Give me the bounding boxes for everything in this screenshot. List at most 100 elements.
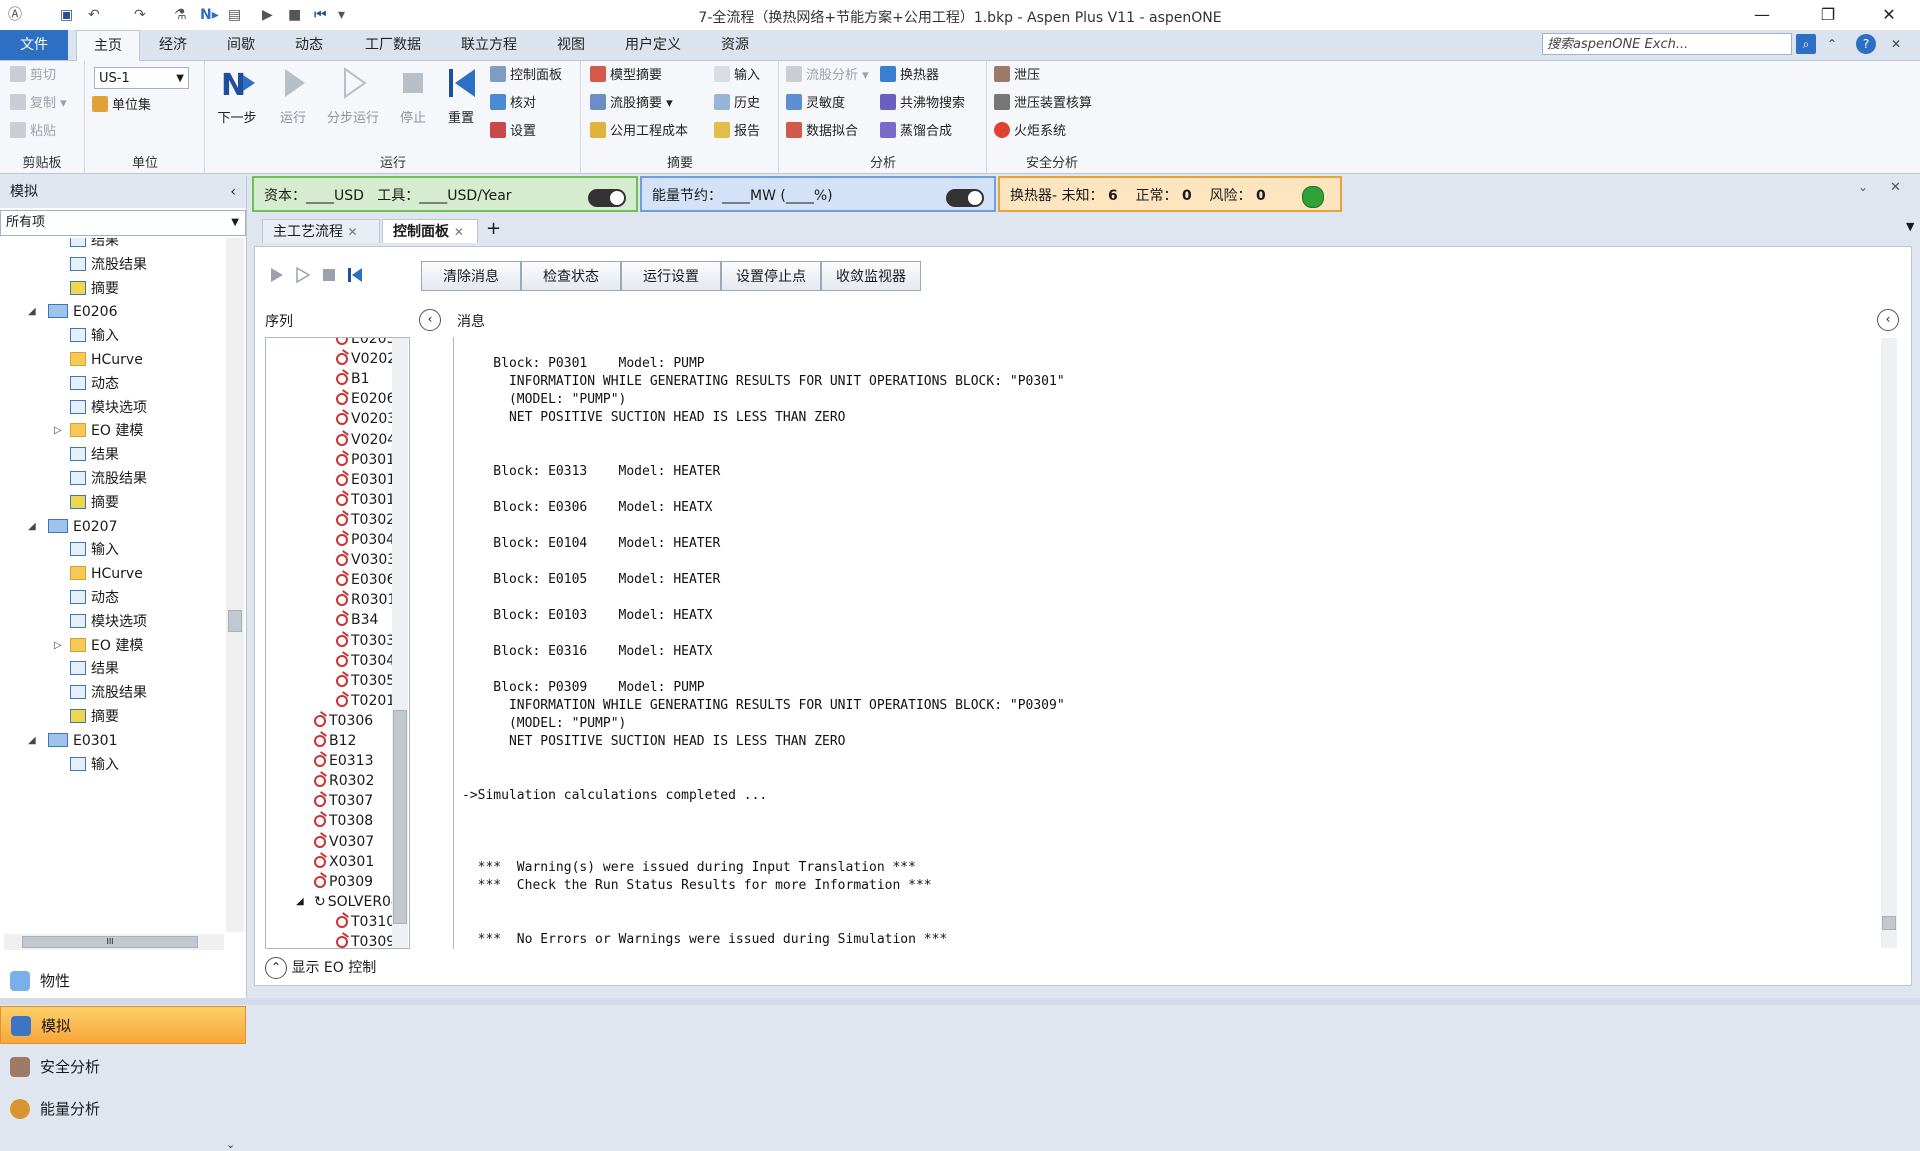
tab-economics[interactable]: 经济	[142, 30, 204, 60]
tree-item[interactable]: 结果	[70, 238, 119, 252]
close-icon[interactable]: ✕	[454, 225, 464, 239]
sequence-block[interactable]: E0205	[336, 338, 395, 349]
settings-button[interactable]: 设置	[490, 121, 536, 143]
maximize-button[interactable]: ❐	[1805, 0, 1851, 30]
heat-exchanger-button[interactable]: 换热器	[880, 65, 939, 87]
expander-icon[interactable]: ▷	[54, 420, 62, 442]
copy-button[interactable]: 复制 ▾	[10, 93, 67, 115]
sequence-block[interactable]: E0301	[336, 470, 395, 490]
step-icon[interactable]	[295, 267, 311, 283]
collapse-messages-icon[interactable]: ‹	[1877, 309, 1899, 331]
expander-icon[interactable]: ◢	[28, 730, 36, 752]
reset-icon[interactable]	[347, 267, 363, 283]
eo-control-toggle[interactable]: ⌃ 显示 EO 控制	[265, 957, 376, 979]
tree-item[interactable]: 输入	[70, 539, 119, 561]
close-icon[interactable]: ✕	[347, 225, 357, 239]
sequence-block[interactable]: T0307	[314, 791, 373, 811]
sequence-block[interactable]: X0301	[314, 852, 374, 872]
expander-icon[interactable]: ◢	[28, 301, 36, 323]
tree-block-node[interactable]: ◢ E0207	[28, 516, 117, 538]
sequence-block[interactable]: R0301	[336, 590, 396, 610]
tree-item[interactable]: 流股结果	[70, 254, 147, 276]
stop-button[interactable]: 停止	[386, 65, 440, 126]
sequence-block[interactable]: T0308	[314, 811, 373, 831]
scroll-thumb[interactable]	[228, 610, 242, 632]
next-button[interactable]: N 下一步	[210, 65, 264, 126]
run-button[interactable]: 运行	[266, 65, 320, 126]
data-fit-button[interactable]: 数据拟合	[786, 121, 858, 143]
collapse-sequence-icon[interactable]: ‹	[419, 309, 441, 331]
tab-view[interactable]: 视图	[540, 30, 602, 60]
sequence-block[interactable]: T0309	[336, 932, 395, 948]
navigation-hscroll[interactable]: III	[4, 934, 224, 950]
sequence-block[interactable]: B12	[314, 731, 356, 751]
energy-toggle[interactable]	[946, 189, 984, 207]
sequence-vscroll[interactable]	[392, 338, 408, 948]
run-icon[interactable]	[269, 267, 285, 283]
tree-item[interactable]: 输入	[70, 325, 119, 347]
nav-energy-analysis[interactable]: 能量分析	[0, 1090, 246, 1128]
flare-system-button[interactable]: 火炬系统	[994, 121, 1066, 143]
tab-customize[interactable]: 用户定义	[610, 30, 696, 60]
tree-item[interactable]: 摘要	[70, 492, 119, 514]
sequence-block[interactable]: V0303	[336, 550, 396, 570]
tree-item[interactable]: 摘要	[70, 706, 119, 728]
sequence-block[interactable]: V0307	[314, 832, 374, 852]
sequence-block[interactable]: T0302	[336, 510, 395, 530]
minimize-button[interactable]: —	[1739, 0, 1785, 30]
unit-sets-button[interactable]: 单位集	[92, 95, 151, 117]
sequence-block[interactable]: V0204	[336, 430, 396, 450]
check-button[interactable]: 核对	[490, 93, 536, 115]
close-doc-icon[interactable]: ✕	[1886, 34, 1906, 54]
tree-item[interactable]: 流股结果	[70, 468, 147, 490]
sequence-block[interactable]: T0303	[336, 631, 395, 651]
stop-icon[interactable]	[321, 267, 337, 283]
expander-icon[interactable]: ◢	[296, 892, 304, 912]
file-menu[interactable]: 文件	[0, 30, 68, 60]
step-run-button[interactable]: 分步运行	[322, 65, 384, 126]
tab-batch[interactable]: 间歇	[210, 30, 272, 60]
tree-item[interactable]: HCurve	[70, 563, 143, 585]
sequence-block[interactable]: V0203	[336, 409, 396, 429]
tab-dynamics[interactable]: 动态	[278, 30, 340, 60]
nav-more-icon[interactable]: ⌄	[226, 1138, 235, 1151]
tree-item[interactable]: 输入	[70, 754, 119, 776]
scroll-thumb[interactable]: III	[22, 936, 198, 948]
sensitivity-button[interactable]: 灵敏度	[786, 93, 845, 115]
sequence-block[interactable]: T0310	[336, 912, 395, 932]
relief-calc-button[interactable]: 泄压装置核算	[994, 93, 1092, 115]
chevron-down-icon[interactable]: ⌄	[1858, 180, 1868, 194]
nav-simulation[interactable]: 模拟	[0, 1006, 246, 1044]
sequence-block[interactable]: T0306	[314, 711, 373, 731]
tab-home[interactable]: 主页	[76, 30, 140, 62]
sequence-block[interactable]: B34	[336, 610, 378, 630]
capital-toggle[interactable]	[588, 189, 626, 207]
sequence-block[interactable]: V0202	[336, 349, 396, 369]
help-icon[interactable]: ?	[1856, 34, 1876, 54]
tree-item[interactable]: HCurve	[70, 349, 143, 371]
search-input[interactable]: 搜索aspenONE Exch...	[1542, 33, 1792, 55]
sequence-block[interactable]: P0304	[336, 530, 395, 550]
expander-icon[interactable]: ▷	[54, 635, 62, 657]
sequence-block[interactable]: T0301	[336, 490, 395, 510]
sequence-block[interactable]: E0313	[314, 751, 373, 771]
collapse-pane-icon[interactable]: ‹	[230, 176, 236, 208]
convergence-monitor-button[interactable]: 收敛监视器	[821, 261, 921, 291]
stream-analysis-button[interactable]: 流股分析 ▾	[786, 65, 869, 87]
paste-button[interactable]: 粘贴	[10, 121, 56, 143]
navigation-filter-select[interactable]: 所有项 ▼	[0, 210, 246, 236]
tree-item[interactable]: 流股结果	[70, 682, 147, 704]
model-summary-button[interactable]: 模型摘要	[590, 65, 662, 87]
tree-item[interactable]: 结果	[70, 444, 119, 466]
tree-item[interactable]: 动态	[70, 373, 119, 395]
tree-item[interactable]: 摘要	[70, 278, 119, 300]
tab-control-panel[interactable]: 控制面板 ✕	[382, 219, 478, 243]
sequence-block[interactable]: T0305	[336, 671, 395, 691]
search-icon[interactable]: ⌕	[1796, 34, 1816, 54]
report-button[interactable]: 报告	[714, 121, 760, 143]
cut-button[interactable]: 剪切	[10, 65, 56, 87]
unit-set-select[interactable]: US-1 ▼	[94, 67, 189, 89]
tree-item[interactable]: 模块选项	[70, 397, 147, 419]
azeotrope-search-button[interactable]: 共沸物搜索	[880, 93, 965, 115]
sequence-block[interactable]: E0206	[336, 389, 395, 409]
